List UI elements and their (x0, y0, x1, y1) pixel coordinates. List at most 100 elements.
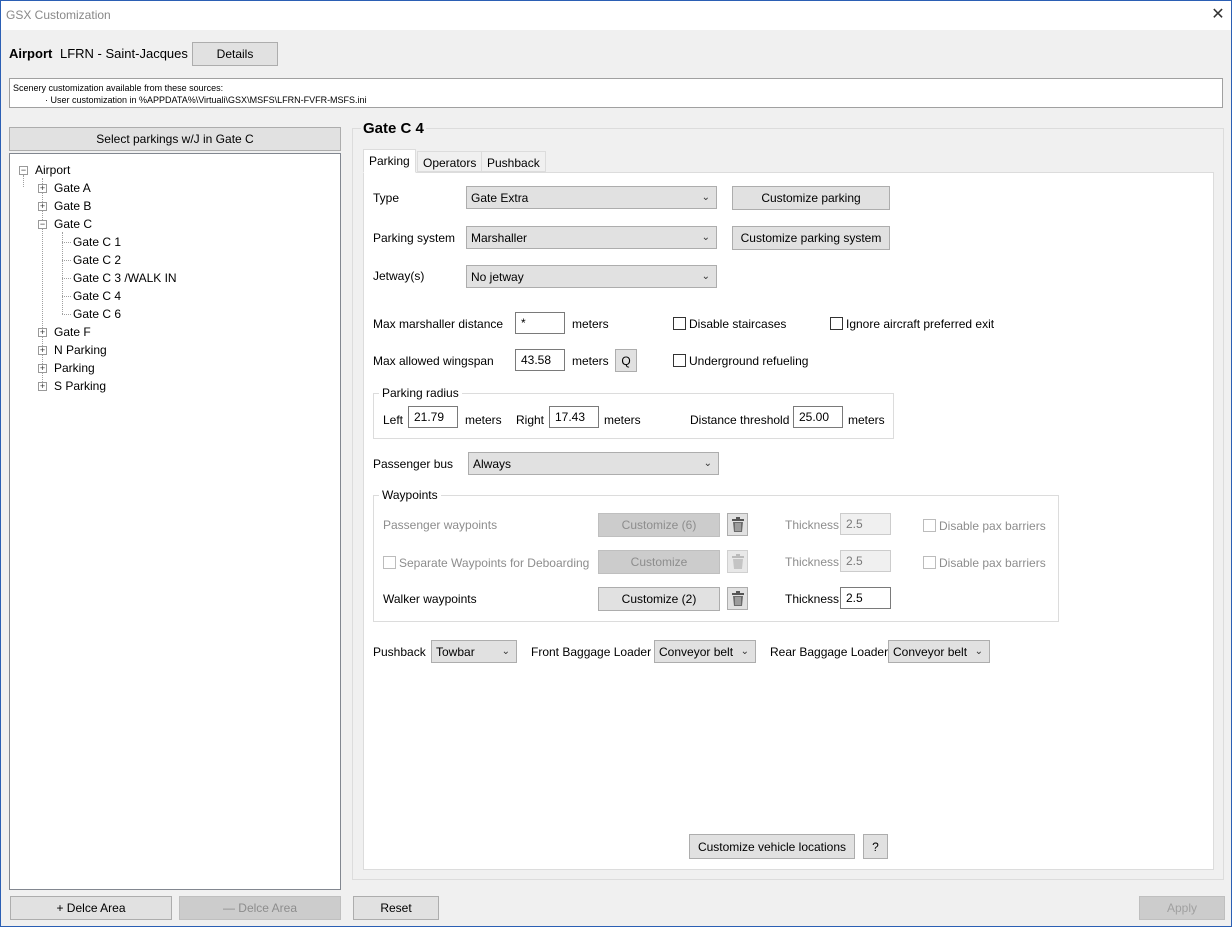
customize-deboarding-button[interactable]: Customize (598, 550, 720, 574)
tree-item-gate-f[interactable]: Gate F (54, 325, 91, 339)
sources-heading: Scenery customization available from the… (13, 83, 224, 93)
help-button[interactable]: ? (863, 834, 888, 859)
pax-thickness-input[interactable]: 2.5 (840, 513, 891, 535)
title-bar (1, 1, 1231, 30)
window-title: GSX Customization (6, 8, 111, 22)
expand-icon[interactable]: + (38, 202, 47, 211)
disable-staircases-checkbox[interactable] (673, 317, 686, 330)
tree-item-s-parking[interactable]: S Parking (54, 379, 106, 393)
tree-item-gate-c3[interactable]: Gate C 3 /WALK IN (73, 271, 177, 285)
tree-line (62, 278, 71, 279)
chevron-down-icon: ⌄ (974, 646, 983, 657)
disable-pax-barriers-checkbox[interactable] (923, 519, 936, 532)
trash-icon (731, 516, 744, 532)
tree-item-airport[interactable]: Airport (35, 163, 70, 177)
expand-icon[interactable]: + (38, 364, 47, 373)
trash-icon (731, 553, 744, 569)
tree-line (23, 175, 24, 187)
distance-threshold-label: Distance threshold (690, 413, 790, 427)
passenger-bus-value: Always (473, 456, 512, 471)
remove-area-button[interactable]: — Delce Area (179, 896, 341, 920)
distance-threshold-input[interactable]: 25.00 (793, 406, 843, 428)
add-area-button[interactable]: + Delce Area (10, 896, 172, 920)
rear-loader-select[interactable]: Conveyor belt ⌄ (888, 640, 990, 663)
front-loader-label: Front Baggage Loader (531, 645, 652, 659)
tree-item-gate-c4[interactable]: Gate C 4 (73, 289, 121, 303)
expand-icon[interactable]: + (38, 346, 47, 355)
walker-waypoints-label: Walker waypoints (383, 592, 477, 606)
trash-icon (731, 590, 744, 606)
parking-tree[interactable] (9, 153, 341, 890)
customize-walker-button[interactable]: Customize (2) (598, 587, 720, 611)
chevron-down-icon: ⌄ (501, 646, 510, 657)
meters-unit: meters (848, 413, 885, 427)
chevron-down-icon: ⌄ (701, 271, 710, 282)
jetways-label: Jetway(s) (373, 269, 425, 283)
meters-unit: meters (572, 317, 609, 331)
close-icon[interactable]: ✕ (1206, 3, 1230, 27)
thickness-label: Thickness (785, 555, 840, 569)
details-button[interactable]: Details (192, 42, 278, 66)
passenger-bus-select[interactable]: Always ⌄ (468, 452, 719, 475)
jetways-select[interactable]: No jetway ⌄ (466, 265, 717, 288)
tab-parking[interactable]: Parking (363, 149, 416, 173)
tree-item-gate-c2[interactable]: Gate C 2 (73, 253, 121, 267)
left-radius-input[interactable]: 21.79 (408, 406, 458, 428)
underground-refueling-checkbox[interactable] (673, 354, 686, 367)
chevron-down-icon: ⌄ (701, 232, 710, 243)
expand-icon[interactable]: + (38, 328, 47, 337)
pushback-label: Pushback (373, 645, 426, 659)
customize-vehicle-locations-button[interactable]: Customize vehicle locations (689, 834, 855, 859)
delete-walker-waypoints-button[interactable] (727, 587, 748, 610)
select-parkings-button[interactable]: Select parkings w/J in Gate C (9, 127, 341, 151)
meters-unit: meters (604, 413, 641, 427)
ignore-exit-checkbox[interactable] (830, 317, 843, 330)
deboarding-thickness-input[interactable]: 2.5 (840, 550, 891, 572)
expand-icon[interactable]: + (38, 184, 47, 193)
pushback-select[interactable]: Towbar ⌄ (431, 640, 517, 663)
thickness-label: Thickness (785, 592, 840, 606)
collapse-icon[interactable]: − (19, 166, 28, 175)
customize-parking-system-button[interactable]: Customize parking system (732, 226, 890, 250)
tree-item-gate-b[interactable]: Gate B (54, 199, 91, 213)
collapse-icon[interactable]: − (38, 220, 47, 229)
front-loader-select[interactable]: Conveyor belt ⌄ (654, 640, 756, 663)
separate-waypoints-checkbox[interactable] (383, 556, 396, 569)
delete-pax-waypoints-button[interactable] (727, 513, 748, 536)
query-wingspan-button[interactable]: Q (615, 349, 637, 372)
tab-pushback[interactable]: Pushback (481, 151, 546, 172)
max-marshaller-input[interactable]: * (515, 312, 565, 334)
tab-operators[interactable]: Operators (417, 151, 483, 172)
tree-item-gate-c[interactable]: Gate C (54, 217, 92, 231)
delete-deboarding-waypoints-button[interactable] (727, 550, 748, 573)
type-select[interactable]: Gate Extra ⌄ (466, 186, 717, 209)
passenger-bus-label: Passenger bus (373, 457, 454, 471)
meters-unit: meters (572, 354, 609, 368)
tree-item-gate-c1[interactable]: Gate C 1 (73, 235, 121, 249)
expand-icon[interactable]: + (38, 382, 47, 391)
tree-item-n-parking[interactable]: N Parking (54, 343, 107, 357)
thickness-label: Thickness (785, 518, 840, 532)
tree-line (62, 296, 71, 297)
rear-loader-value: Conveyor belt (893, 644, 968, 659)
tree-item-gate-c6[interactable]: Gate C 6 (73, 307, 121, 321)
customize-pax-waypoints-button[interactable]: Customize (6) (598, 513, 720, 537)
customize-parking-button[interactable]: Customize parking (732, 186, 890, 210)
front-loader-value: Conveyor belt (659, 644, 734, 659)
tree-item-gate-a[interactable]: Gate A (54, 181, 91, 195)
parking-radius-title: Parking radius (379, 386, 462, 400)
disable-pax-barriers-label: Disable pax barriers (939, 519, 1046, 533)
tree-item-parking[interactable]: Parking (54, 361, 95, 375)
max-wingspan-input[interactable]: 43.58 (515, 349, 565, 371)
waypoints-title: Waypoints (379, 488, 441, 502)
type-value: Gate Extra (471, 190, 529, 205)
parking-system-select[interactable]: Marshaller ⌄ (466, 226, 717, 249)
tree-line (62, 242, 71, 243)
right-radius-label: Right (516, 413, 545, 427)
apply-button[interactable]: Apply (1139, 896, 1225, 920)
walker-thickness-input[interactable]: 2.5 (840, 587, 891, 609)
right-radius-input[interactable]: 17.43 (549, 406, 599, 428)
disable-pax-barriers-deb-checkbox[interactable] (923, 556, 936, 569)
ignore-exit-label: Ignore aircraft preferred exit (846, 317, 995, 331)
reset-button[interactable]: Reset (353, 896, 439, 920)
